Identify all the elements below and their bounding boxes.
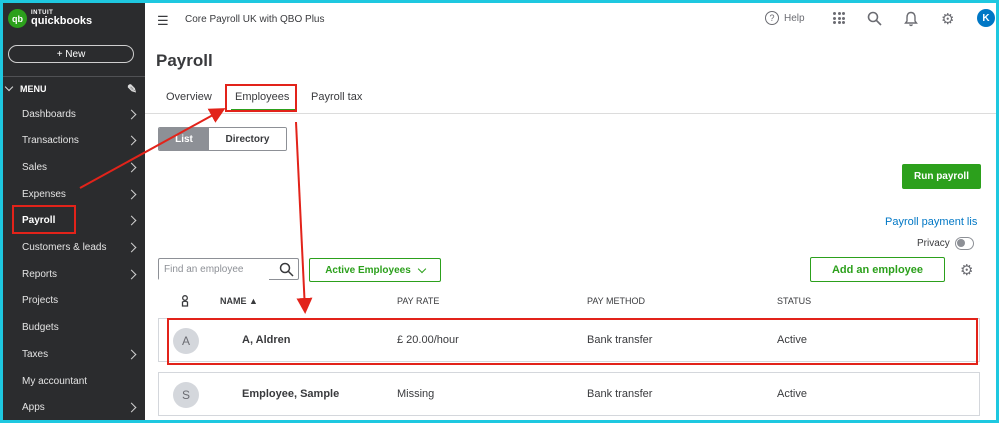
- search-icon[interactable]: [279, 262, 294, 282]
- column-header-pay-method: PAY METHOD: [587, 296, 646, 306]
- list-view-button[interactable]: List: [159, 128, 209, 150]
- employee-search: [158, 258, 299, 280]
- quickbooks-logo[interactable]: qb INTUIT quickbooks: [8, 9, 92, 28]
- sidebar-item-label: Transactions: [22, 135, 79, 147]
- menu-header[interactable]: MENU ✎: [0, 76, 145, 100]
- user-avatar[interactable]: K: [977, 9, 995, 27]
- company-name: Core Payroll UK with QBO Plus: [185, 14, 325, 25]
- view-toggle: List Directory: [158, 127, 287, 151]
- column-header-name[interactable]: NAME ▲: [220, 296, 258, 306]
- run-payroll-button[interactable]: Run payroll: [902, 164, 981, 189]
- column-header-status: STATUS: [777, 296, 812, 306]
- privacy-label: Privacy: [917, 238, 950, 249]
- status: Active: [777, 388, 807, 400]
- top-bar: ☰ Core Payroll UK with QBO Plus ? Help ⚙…: [145, 0, 999, 40]
- apps-grid-icon[interactable]: [833, 12, 845, 24]
- sidebar-item-reports[interactable]: Reports: [0, 261, 145, 287]
- sidebar-item-label: Dashboards: [22, 108, 76, 120]
- help-button[interactable]: ? Help: [765, 11, 805, 25]
- sidebar-item-label: Reports: [22, 268, 58, 280]
- sidebar-item-customers-leads[interactable]: Customers & leads: [0, 235, 145, 261]
- sidebar-item-expenses[interactable]: Expenses: [0, 181, 145, 207]
- sidebar-item-taxes[interactable]: Taxes: [0, 341, 145, 367]
- sidebar-item-projects[interactable]: Projects: [0, 288, 145, 314]
- sidebar-item-label: Customers & leads: [22, 242, 107, 253]
- filter-label: Active Employees: [325, 264, 411, 276]
- column-header-pay-rate: PAY RATE: [397, 296, 440, 306]
- help-icon: ?: [765, 11, 779, 25]
- chevron-right-icon: [126, 215, 137, 226]
- directory-view-button[interactable]: Directory: [209, 128, 286, 150]
- annotation-box-employees: [225, 84, 297, 112]
- chevron-right-icon: [126, 242, 137, 253]
- sidebar-item-sales[interactable]: Sales: [0, 154, 145, 180]
- chevron-down-icon: [417, 264, 427, 273]
- menu-label: MENU: [20, 83, 47, 94]
- logo-text: INTUIT quickbooks: [31, 10, 92, 27]
- sidebar-item-label: Sales: [22, 161, 48, 173]
- logo-quickbooks: quickbooks: [31, 15, 93, 27]
- pay-rate: Missing: [397, 388, 435, 400]
- payroll-payment-list-link[interactable]: Payroll payment lis: [885, 216, 979, 228]
- sidebar-item-label: Projects: [22, 295, 59, 307]
- annotation-box-payroll: [12, 205, 76, 234]
- employee-status-filter[interactable]: Active Employees: [309, 258, 441, 282]
- arrow-employees-to-row: [295, 121, 313, 314]
- sidebar-item-label: Apps: [22, 402, 45, 414]
- sidebar-item-budgets[interactable]: Budgets: [0, 315, 145, 341]
- sidebar-item-label: Expenses: [22, 188, 66, 200]
- pencil-icon[interactable]: ✎: [127, 82, 137, 96]
- sidebar-item-label: Taxes: [22, 348, 49, 360]
- sidebar-item-apps[interactable]: Apps: [0, 395, 145, 421]
- collapse-menu-icon[interactable]: ☰: [157, 13, 169, 29]
- sidebar-item-transactions[interactable]: Transactions: [0, 128, 145, 154]
- chevron-right-icon: [126, 162, 137, 173]
- privacy-toggle[interactable]: [955, 237, 974, 250]
- chevron-right-icon: [126, 269, 137, 280]
- chevron-right-icon: [126, 189, 137, 200]
- help-label: Help: [784, 12, 805, 24]
- add-employee-button[interactable]: Add an employee: [810, 257, 945, 282]
- gear-icon[interactable]: ⚙: [941, 10, 954, 28]
- chevron-right-icon: [126, 349, 137, 360]
- tabs-divider: [145, 113, 999, 114]
- new-button[interactable]: + New: [8, 45, 134, 63]
- pay-method: Bank transfer: [587, 388, 653, 400]
- table-row[interactable]: S Employee, Sample Missing Bank transfer…: [158, 372, 980, 416]
- page-title: Payroll: [156, 51, 213, 70]
- chevron-right-icon: [126, 109, 137, 119]
- table-settings-gear-icon[interactable]: ⚙: [960, 261, 973, 279]
- employee-search-input[interactable]: [159, 259, 269, 280]
- bell-icon[interactable]: [904, 11, 918, 32]
- chevron-right-icon: [126, 402, 137, 413]
- tab-payroll-tax[interactable]: Payroll tax: [311, 91, 362, 103]
- qb-logo-icon: qb: [8, 9, 27, 28]
- search-icon[interactable]: [867, 11, 882, 31]
- tab-overview[interactable]: Overview: [166, 91, 212, 103]
- employee-avatar: S: [173, 382, 199, 408]
- chevron-down-icon: [4, 82, 14, 92]
- sidebar-item-dashboards[interactable]: Dashboards: [0, 101, 145, 127]
- person-icon: [180, 294, 190, 312]
- employee-name[interactable]: Employee, Sample: [242, 388, 339, 400]
- annotation-box-employee-row: [167, 318, 978, 365]
- sidebar-item-label: My accountant: [22, 375, 88, 387]
- chevron-right-icon: [126, 135, 137, 146]
- sidebar-item-label: Budgets: [22, 322, 59, 334]
- sidebar-item-my-accountant[interactable]: My accountant: [0, 368, 145, 394]
